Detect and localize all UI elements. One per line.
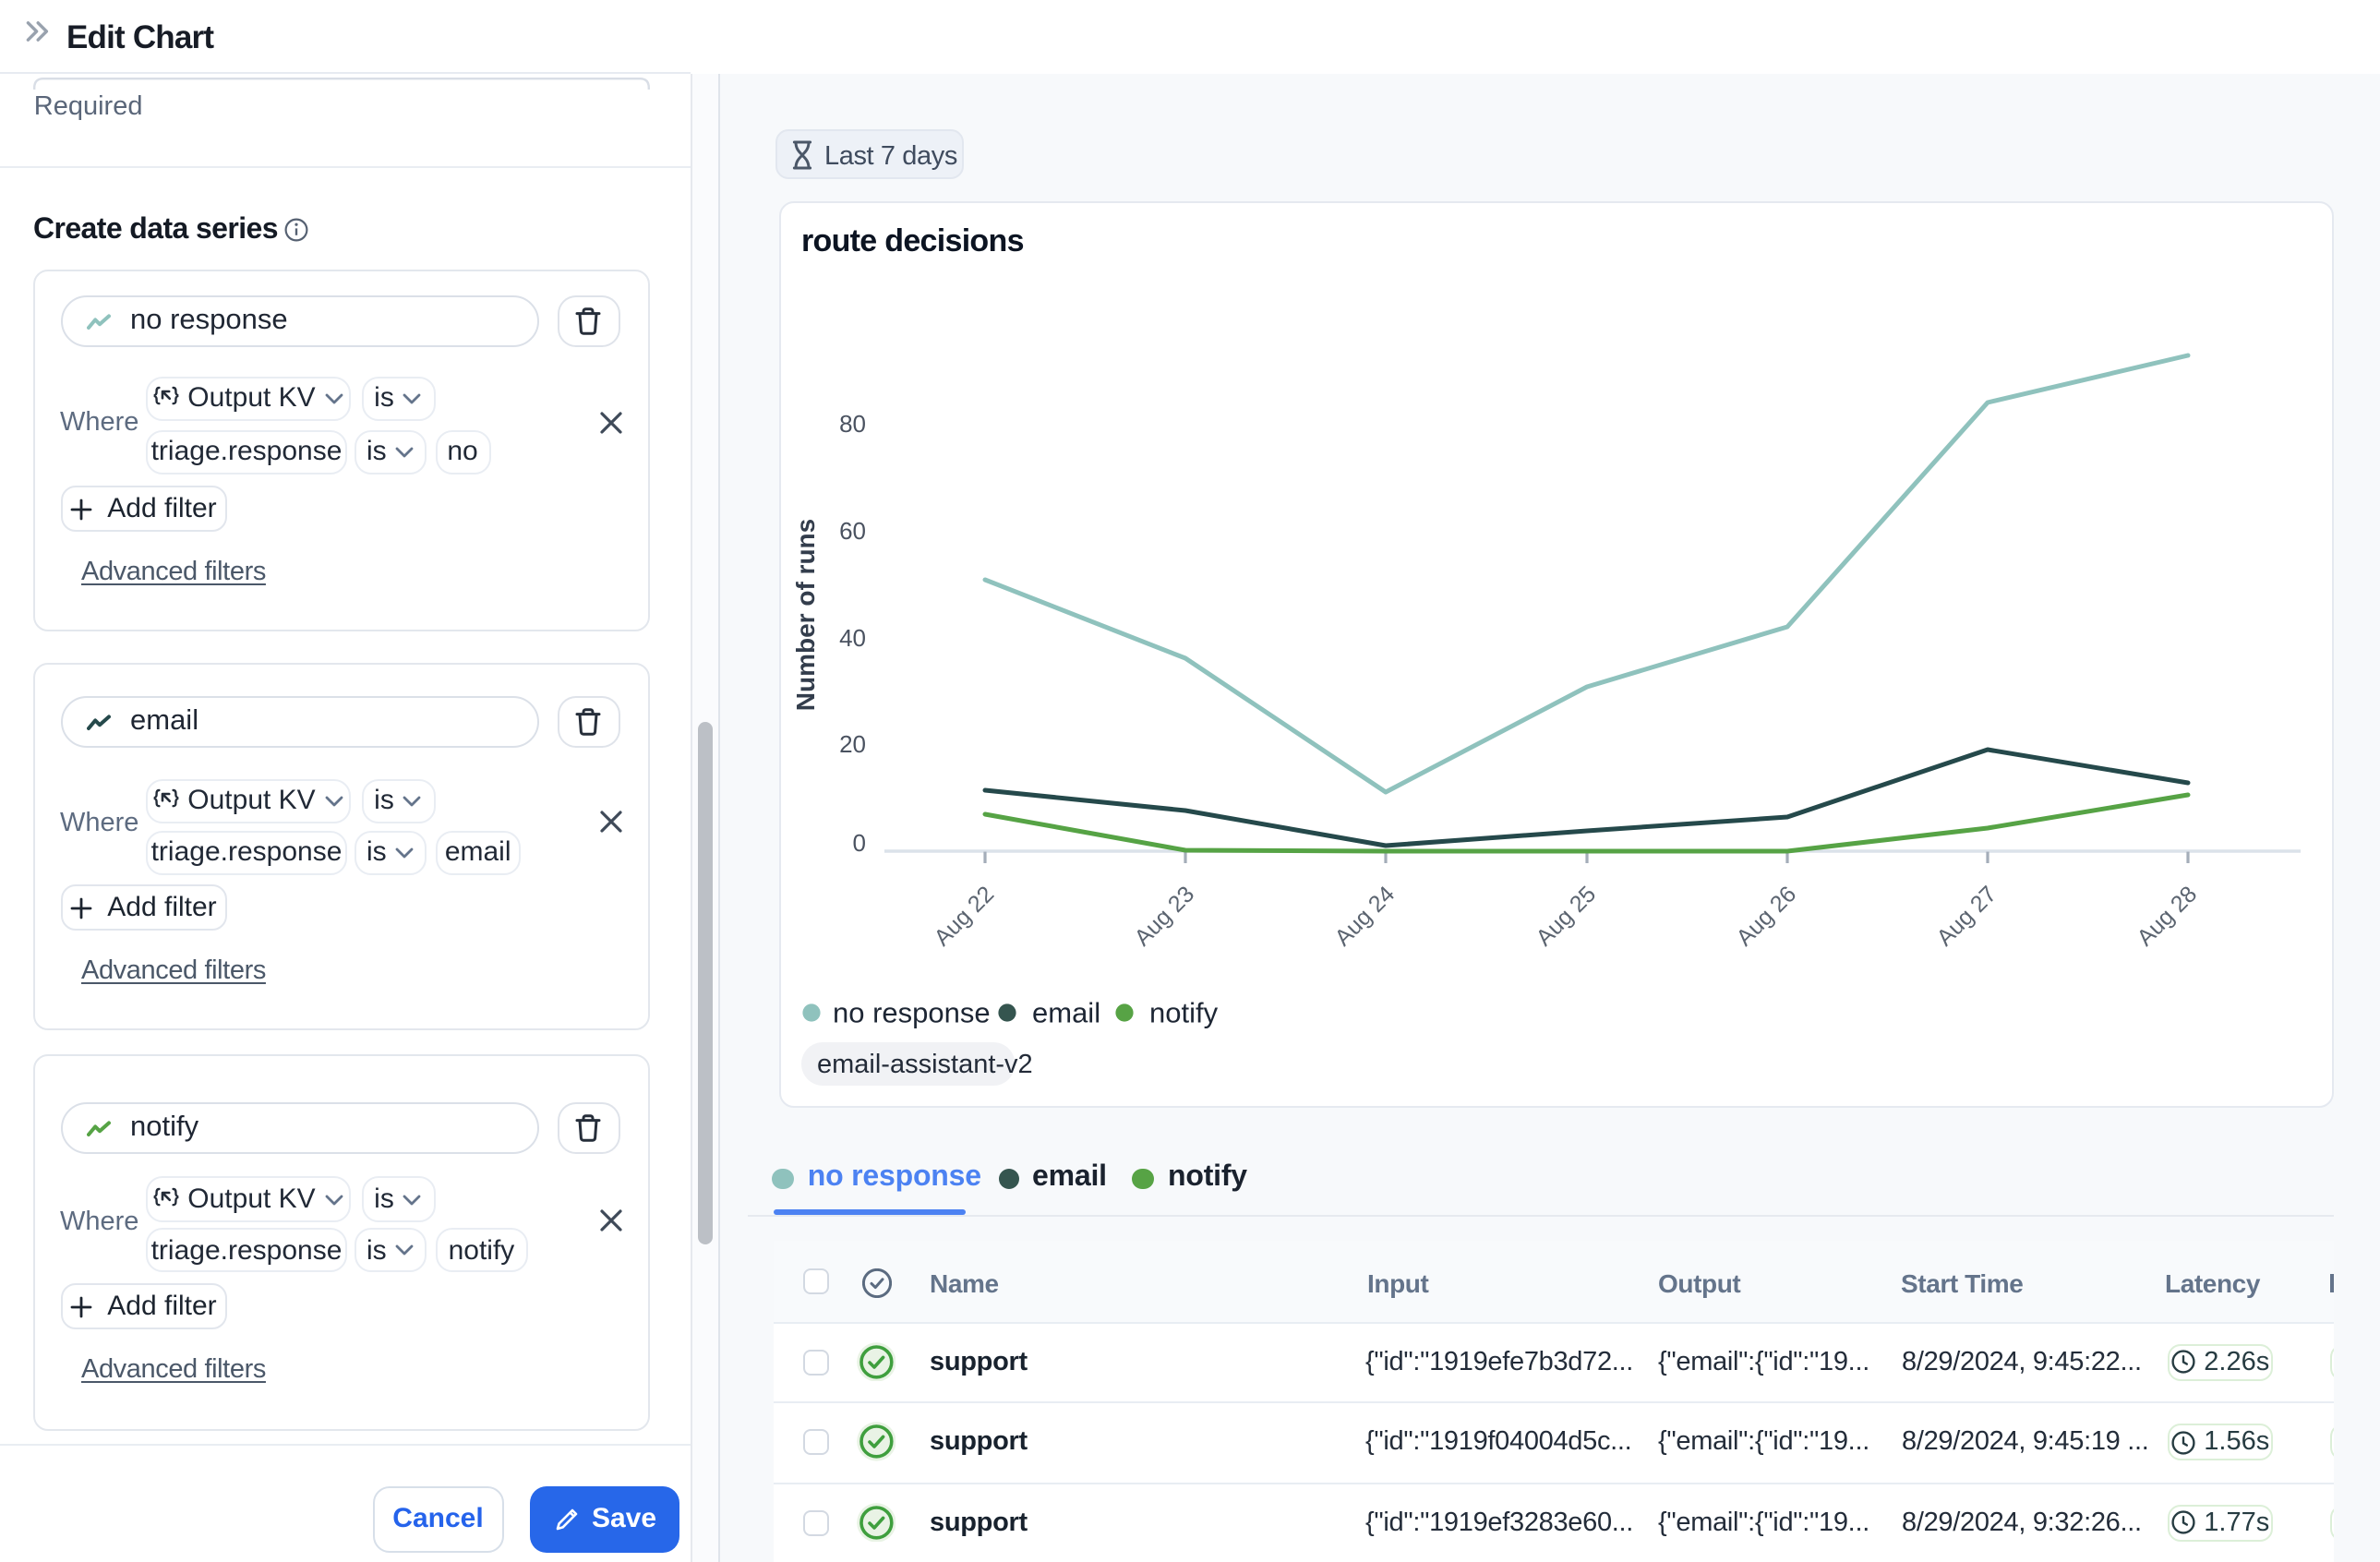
- svg-text:Aug 23: Aug 23: [1129, 881, 1199, 951]
- svg-text:Aug 25: Aug 25: [1531, 881, 1601, 951]
- svg-text:Aug 26: Aug 26: [1731, 881, 1801, 951]
- svg-text:Aug 28: Aug 28: [2132, 881, 2202, 951]
- svg-text:40: 40: [839, 624, 866, 652]
- svg-text:email-assistant-v2: email-assistant-v2: [817, 1050, 1033, 1079]
- svg-text:0: 0: [853, 829, 866, 857]
- svg-text:Aug 22: Aug 22: [929, 881, 999, 951]
- svg-text:20: 20: [839, 730, 866, 758]
- svg-text:notify: notify: [1149, 996, 1219, 1028]
- svg-text:Aug 24: Aug 24: [1329, 881, 1400, 951]
- svg-text:80: 80: [839, 410, 866, 438]
- svg-text:email: email: [1032, 996, 1100, 1028]
- svg-text:Number of runs: Number of runs: [791, 519, 820, 711]
- svg-text:no response: no response: [833, 996, 991, 1028]
- svg-text:60: 60: [839, 517, 866, 545]
- svg-text:Aug 27: Aug 27: [1931, 881, 2001, 951]
